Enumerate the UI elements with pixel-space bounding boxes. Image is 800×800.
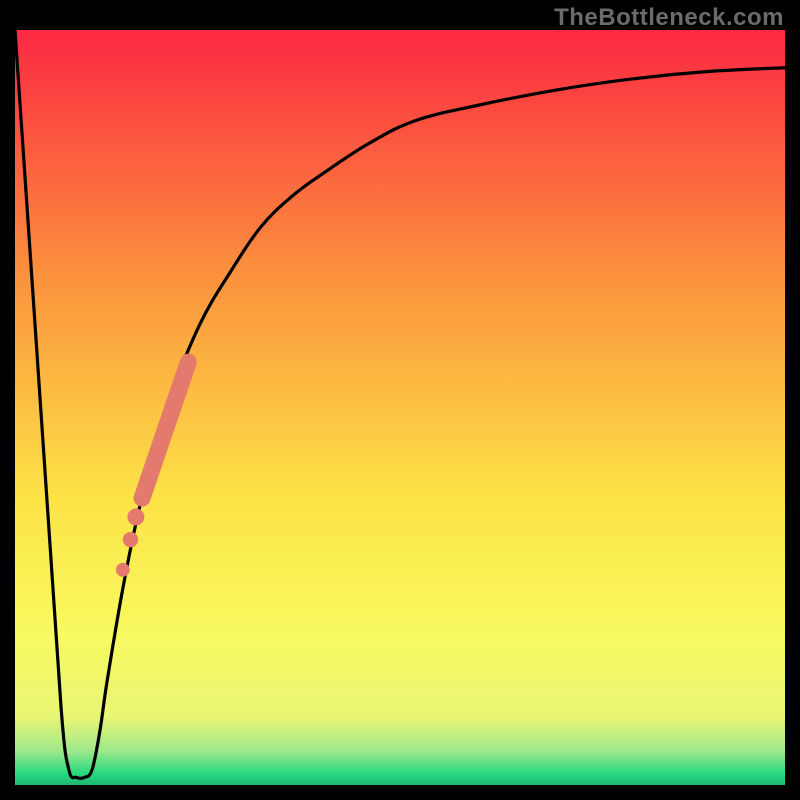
watermark-text: TheBottleneck.com — [554, 4, 784, 32]
chart-frame — [15, 30, 785, 785]
bottleneck-chart — [15, 30, 785, 785]
highlight-dot — [127, 508, 144, 525]
highlight-dot — [123, 532, 138, 547]
gradient-background — [15, 30, 785, 785]
highlight-dot — [116, 563, 130, 577]
